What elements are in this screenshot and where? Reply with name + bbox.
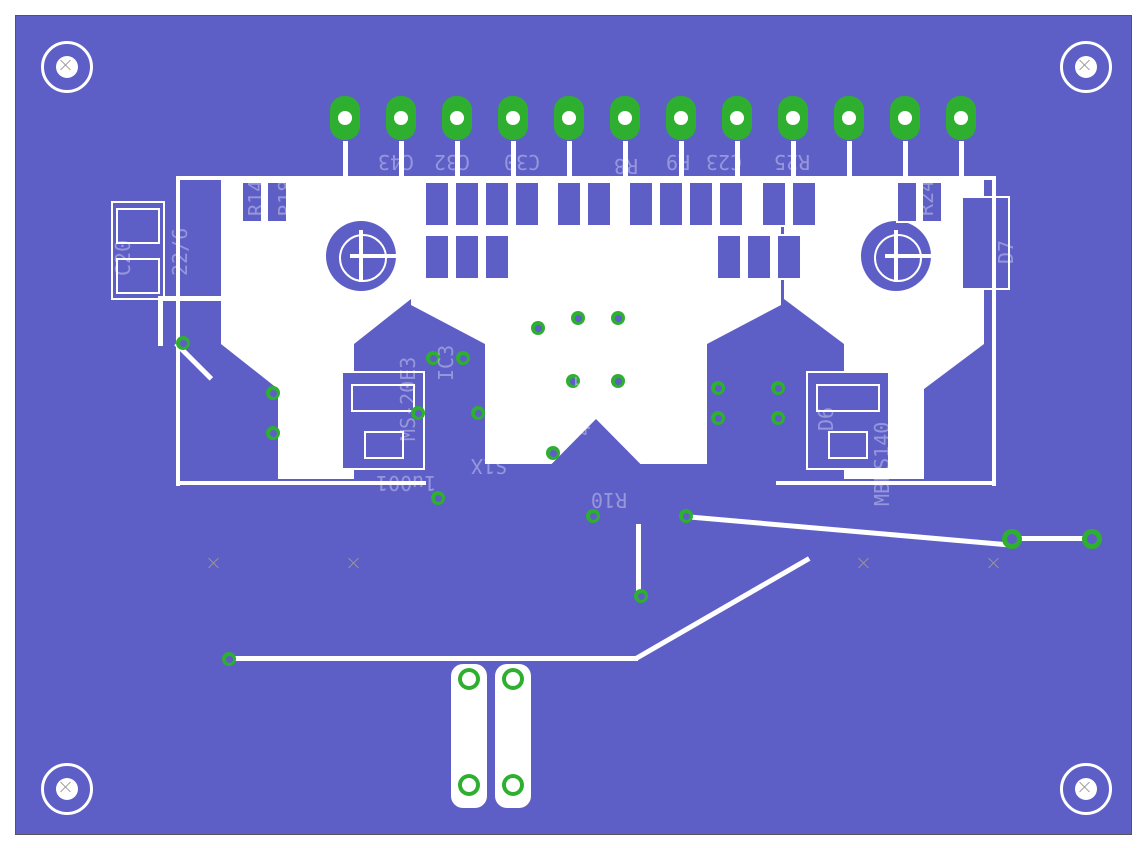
mount-hole-tl — [41, 41, 93, 93]
mount-hole-tr — [1060, 41, 1112, 93]
diode-D7 — [961, 196, 1010, 290]
mount-hole-br — [1060, 763, 1112, 815]
mount-hole-bl — [41, 763, 93, 815]
trace — [158, 296, 228, 301]
via — [176, 336, 190, 350]
pcb-board: C20 22/6 R14 R18 L4 C33 C31 IC3 R10 D8 1… — [15, 15, 1132, 835]
